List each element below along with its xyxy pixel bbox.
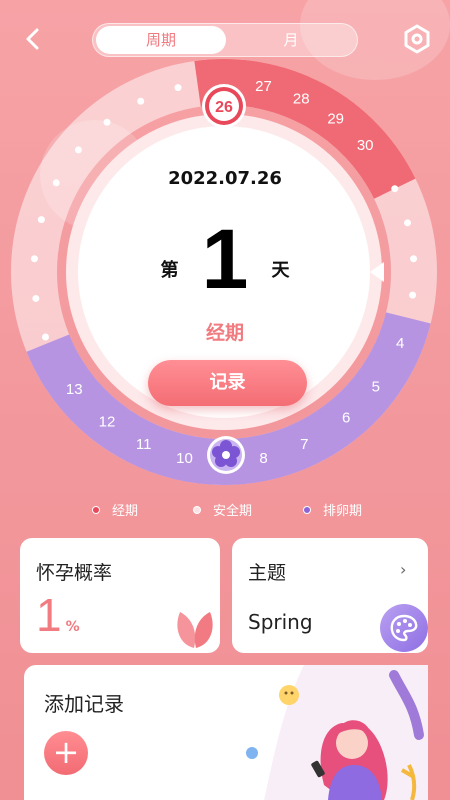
today-marker: 26 — [202, 84, 246, 128]
leaf-icon — [177, 612, 213, 648]
legend-label: 排卵期 — [323, 504, 363, 519]
cycle-date: 2022.07.26 — [168, 168, 282, 189]
legend-item-period: 经期 — [92, 502, 138, 522]
pregnancy-value: 1% — [36, 588, 80, 642]
theme-value: Spring — [248, 610, 313, 634]
today-label: 26 — [215, 99, 233, 116]
ring-day-dot — [74, 146, 82, 154]
ring-day-ovulation[interactable]: 11 — [136, 436, 152, 453]
ring-day-ovulation[interactable]: 12 — [99, 414, 116, 431]
legend-dot — [92, 506, 100, 514]
ring-day-ovulation[interactable]: 7 — [300, 436, 308, 453]
legend-dot — [193, 506, 201, 514]
phase-label: 经期 — [205, 322, 244, 344]
cycle-day: 第 1 天 — [0, 214, 450, 304]
ring-day-period[interactable]: 27 — [255, 78, 272, 95]
legend-label: 安全期 — [213, 504, 253, 519]
legend-item-ovulation: 排卵期 — [303, 502, 362, 522]
legend-dot — [303, 506, 311, 514]
legend-item-safe: 安全期 — [193, 502, 252, 522]
legend: 经期 安全期 排卵期 — [0, 502, 450, 522]
palette-icon — [390, 614, 418, 642]
ring-day-dot — [174, 84, 182, 92]
chevron-right-icon: › — [400, 560, 407, 579]
girl-with-phone-illustration — [246, 665, 428, 800]
add-record-button[interactable]: + — [44, 731, 88, 775]
ring-day-ovulation[interactable]: 10 — [176, 450, 193, 467]
record-button[interactable]: 记录 — [148, 360, 307, 406]
day-number: 1 — [201, 212, 249, 306]
flower-icon — [207, 436, 245, 474]
ring-day-ovulation[interactable]: 5 — [372, 378, 380, 395]
ring-day-period[interactable]: 29 — [327, 110, 344, 127]
ring-day-ovulation[interactable]: 13 — [66, 381, 83, 398]
ring-day-dot — [137, 97, 145, 105]
pregnancy-title: 怀孕概率 — [36, 562, 113, 584]
ring-day-period[interactable]: 30 — [357, 137, 374, 154]
ring-day-ovulation[interactable]: 8 — [259, 450, 267, 467]
theme-title: 主题 — [248, 562, 287, 584]
palette-button[interactable] — [380, 604, 428, 652]
pregnancy-number: 1 — [36, 589, 62, 641]
add-record-title: 添加记录 — [44, 692, 124, 716]
day-suffix: 天 — [271, 260, 290, 281]
pregnancy-unit: % — [65, 619, 80, 635]
ring-day-dot — [103, 118, 111, 126]
ring-day-period[interactable]: 28 — [293, 90, 310, 107]
ring-day-ovulation[interactable]: 6 — [342, 410, 350, 427]
day-prefix: 第 — [160, 260, 179, 281]
legend-label: 经期 — [112, 504, 139, 519]
